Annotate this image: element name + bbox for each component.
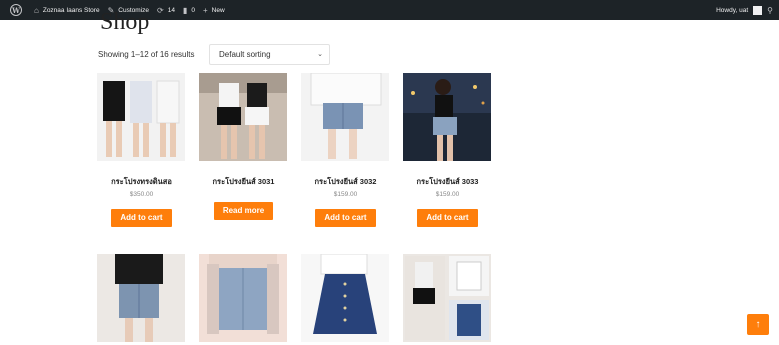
product-price xyxy=(199,191,288,200)
product-image[interactable] xyxy=(97,254,185,342)
plus-icon: + xyxy=(202,5,208,15)
product-image[interactable] xyxy=(301,254,389,342)
product-title[interactable]: กระโปรงทรงดินสอ xyxy=(97,176,186,186)
site-name-link[interactable]: ⌂ Zoznaa Iaans Store xyxy=(34,6,100,15)
product-image[interactable] xyxy=(199,254,287,342)
product-card: กระโปรงยีนส์ 3033 $159.00 Add to cart xyxy=(403,73,492,227)
product-image[interactable] xyxy=(301,73,389,161)
search-icon[interactable]: ⚲ xyxy=(767,6,773,15)
product-card xyxy=(403,254,492,342)
product-card xyxy=(97,254,186,342)
arrow-up-icon: ↑ xyxy=(755,319,761,330)
product-image[interactable] xyxy=(199,73,287,161)
product-price: $350.00 xyxy=(129,191,154,198)
add-to-cart-button[interactable]: Add to cart xyxy=(315,209,376,227)
add-to-cart-button[interactable]: Add to cart xyxy=(111,209,172,227)
product-card xyxy=(301,254,390,342)
sorting-value: Default sorting xyxy=(219,50,271,59)
comments-icon: ▮ xyxy=(182,5,188,15)
product-title[interactable]: กระโปรงยีนส์ 3032 xyxy=(301,176,390,186)
read-more-button[interactable]: Read more xyxy=(213,202,274,220)
new-content-link[interactable]: + New xyxy=(203,6,225,15)
comments-link[interactable]: ▮ 0 xyxy=(183,6,195,15)
page-title: Shop xyxy=(100,9,150,35)
chevron-down-icon: ⌄ xyxy=(317,51,323,58)
wordpress-icon[interactable]: W xyxy=(10,4,22,16)
comments-count: 0 xyxy=(191,6,195,14)
scroll-to-top-button[interactable]: ↑ xyxy=(747,314,769,335)
result-count: Showing 1–12 of 16 results xyxy=(98,50,195,59)
sorting-select[interactable]: Default sorting ⌄ xyxy=(209,44,330,65)
product-image[interactable] xyxy=(403,73,491,161)
product-title[interactable]: กระโปรงยีนส์ 3033 xyxy=(403,176,492,186)
product-card: กระโปรงยีนส์ 3032 $159.00 Add to cart xyxy=(301,73,390,227)
add-to-cart-button[interactable]: Add to cart xyxy=(417,209,478,227)
product-price: $159.00 xyxy=(435,191,460,198)
product-image[interactable] xyxy=(97,73,185,161)
new-label: New xyxy=(211,6,225,14)
product-card xyxy=(199,254,288,342)
howdy-link[interactable]: Howdy, uat xyxy=(716,7,748,14)
site-name: Zoznaa Iaans Store xyxy=(42,6,100,14)
avatar-icon[interactable] xyxy=(753,5,763,15)
updates-count: 14 xyxy=(167,6,175,14)
product-card: กระโปรงทรงดินสอ $350.00 Add to cart xyxy=(97,73,186,227)
product-card: กระโปรงยีนส์ 3031 Read more xyxy=(199,73,288,220)
updates-link[interactable]: ⟳ 14 xyxy=(157,6,175,15)
product-image[interactable] xyxy=(403,254,491,342)
product-title[interactable]: กระโปรงยีนส์ 3031 xyxy=(199,176,288,186)
product-price: $159.00 xyxy=(333,191,358,198)
home-icon: ⌂ xyxy=(34,5,39,15)
updates-icon: ⟳ xyxy=(157,5,164,15)
